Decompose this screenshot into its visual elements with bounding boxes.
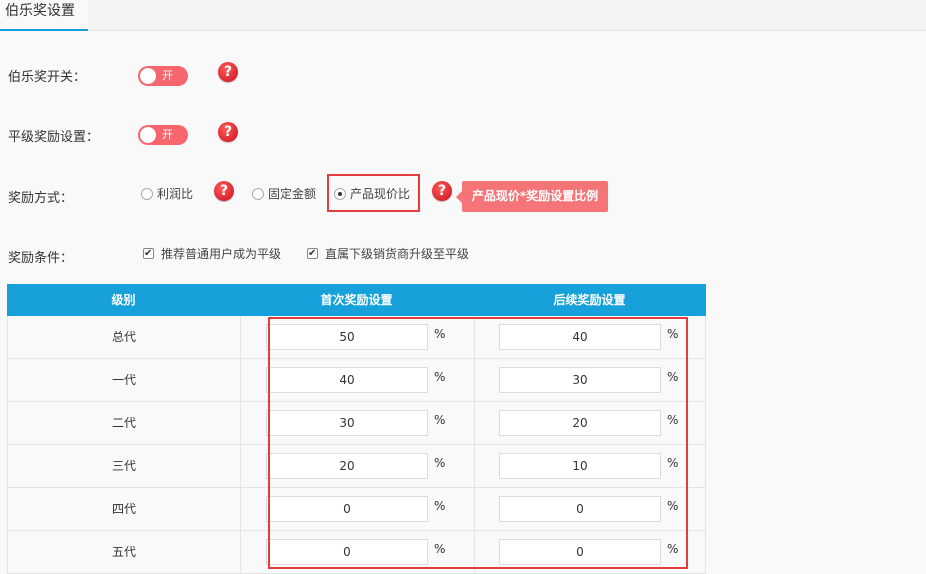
radio-dot-checked — [334, 188, 346, 200]
radio-label: 利润比 — [157, 187, 194, 201]
level-cell: 五代 — [8, 531, 241, 574]
award-method-label: 奖励方式： — [8, 191, 74, 206]
help-icon[interactable]: ? — [218, 62, 238, 82]
help-icon[interactable]: ? — [214, 181, 234, 201]
level-cell: 三代 — [8, 445, 241, 488]
header-first-award: 首次奖励设置 — [320, 293, 393, 307]
header-level: 级别 — [111, 293, 136, 307]
level-cell: 二代 — [8, 402, 241, 445]
help-icon[interactable]: ? — [218, 122, 238, 142]
radio-dot — [141, 188, 153, 200]
award-switch-toggle[interactable]: 开 — [138, 66, 188, 86]
toggle-knob — [140, 127, 156, 143]
tab-bar: 伯乐奖设置 — [0, 0, 926, 31]
header-next-award: 后续奖励设置 — [553, 293, 626, 307]
checkbox-label: 推荐普通用户成为平级 — [161, 247, 282, 261]
toggle-state-text: 开 — [162, 128, 173, 141]
inputs-highlight-box — [268, 317, 688, 569]
radio-dot — [252, 188, 264, 200]
tab-bole-award-settings[interactable]: 伯乐奖设置 — [0, 0, 88, 31]
level-award-label: 平级奖励设置： — [8, 130, 100, 145]
level-cell: 一代 — [8, 359, 241, 402]
checkbox-box — [143, 246, 154, 262]
radio-label: 固定金额 — [268, 187, 317, 201]
checkbox-box — [307, 246, 318, 262]
award-condition-label: 奖励条件： — [8, 251, 74, 266]
level-cell: 总代 — [8, 316, 241, 359]
table-header: 级别 首次奖励设置 后续奖励设置 — [7, 284, 706, 316]
radio-label: 产品现价比 — [350, 187, 411, 201]
toggle-state-text: 开 — [162, 69, 173, 82]
level-cell: 四代 — [8, 488, 241, 531]
help-icon[interactable]: ? — [432, 181, 452, 201]
checkbox-label: 直属下级销货商升级至平级 — [325, 247, 470, 261]
level-award-toggle[interactable]: 开 — [138, 125, 188, 145]
toggle-knob — [140, 68, 156, 84]
award-switch-label: 伯乐奖开关： — [8, 70, 87, 85]
tooltip: 产品现价*奖励设置比例 — [456, 181, 608, 212]
